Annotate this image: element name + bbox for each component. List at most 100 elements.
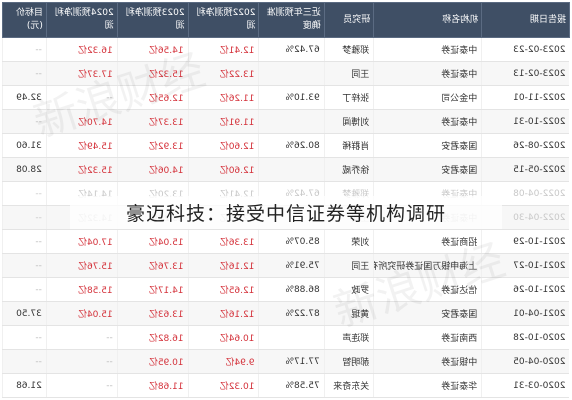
- cell-researcher: 刘博闻: [324, 109, 374, 134]
- cell-2024-profit: --: [46, 85, 118, 110]
- cell-date: 2023-02-23: [481, 37, 570, 62]
- cell-target-price: --: [2, 229, 47, 254]
- table-row: 2020-10-28 西南证券 郑连声 10.64亿 16.82亿 -- --: [2, 325, 570, 350]
- cell-rate: 93.10%: [259, 85, 325, 110]
- cell-target-price: 37.50: [2, 301, 47, 326]
- headline-banner: 豪迈科技：接受中信证券等机构调研: [70, 196, 502, 229]
- cell-2022-profit: 11.91亿: [188, 109, 259, 134]
- cell-2022-profit: 12.60亿: [188, 133, 259, 158]
- header-2024-profit: 2024预测净利润: [46, 2, 118, 38]
- cell-2022-profit: 12.41亿: [188, 37, 259, 62]
- cell-target-price: --: [2, 37, 47, 62]
- cell-researcher: 郝明智: [324, 349, 374, 374]
- cell-org: 中银证券: [373, 349, 482, 374]
- cell-2024-profit: 15.49亿: [46, 133, 118, 158]
- cell-org: 中金公司: [373, 85, 482, 110]
- cell-rate: 75.58%: [259, 373, 325, 398]
- table-row: 2021-10-26 信达证券 罗政 86.88% 12.65亿 14.17亿 15.58亿…: [2, 277, 570, 302]
- cell-target-price: 21.68: [2, 373, 47, 398]
- table-row: 2023-02-13 中泰证券 王同 13.22亿 15.32亿 17.37亿 --: [2, 61, 570, 86]
- cell-researcher: 郑连声: [324, 325, 374, 350]
- cell-org: 中泰证券: [373, 37, 482, 62]
- table-row: 2021-04-01 国泰君安 黄琨 87.22% 12.16亿 13.63亿 15.04亿…: [2, 301, 570, 326]
- cell-2023-profit: 15.04亿: [117, 229, 189, 254]
- cell-2024-profit: 15.76亿: [46, 253, 118, 278]
- cell-2023-profit: 16.82亿: [117, 325, 189, 350]
- cell-rate: 87.22%: [259, 301, 325, 326]
- cell-org: 招商证券: [373, 229, 482, 254]
- cell-2024-profit: 15.32亿: [46, 157, 118, 182]
- header-date: 报告日期: [481, 2, 570, 38]
- cell-2024-profit: 17.04亿: [46, 229, 118, 254]
- cell-2023-profit: 10.95亿: [117, 349, 189, 374]
- table-row: 2022-11-01 中金公司 张梓丁 93.10% 11.26亿 12.65亿 -- 32.…: [2, 85, 570, 110]
- cell-org: 国泰君安: [373, 301, 482, 326]
- cell-2024-profit: --: [46, 325, 118, 350]
- cell-researcher: 郑雅梦: [324, 37, 374, 62]
- table-header-row: 报告日期 机构名称 研究员 近三年预测准确度 2022预测净利润 2023预测净…: [2, 2, 570, 38]
- cell-2022-profit: 13.36亿: [188, 229, 259, 254]
- cell-org: 中泰证券: [373, 109, 482, 134]
- header-target-price: 目标价(元): [2, 2, 47, 38]
- cell-target-price: 32.49: [2, 85, 47, 110]
- cell-target-price: --: [2, 205, 47, 230]
- cell-date: 2021-10-26: [481, 277, 570, 302]
- cell-rate: [259, 61, 325, 86]
- cell-2023-profit: 15.32亿: [117, 61, 189, 86]
- cell-rate: 80.26%: [259, 133, 325, 158]
- table-row: 2021-10-27上海申银万国证券研究所有限公司王同75.91%12.16亿1…: [2, 253, 570, 278]
- cell-org: 西南证券: [373, 325, 482, 350]
- cell-org: 上海申银万国证券研究所有限公司: [373, 253, 482, 278]
- cell-researcher: 刘荣: [324, 229, 374, 254]
- cell-target-price: --: [2, 349, 47, 374]
- cell-rate: [259, 109, 325, 134]
- header-rate: 近三年预测准确度: [259, 2, 325, 38]
- cell-2023-profit: 14.17亿: [117, 277, 189, 302]
- cell-target-price: --: [2, 109, 47, 134]
- cell-2022-profit: 12.16亿: [188, 253, 259, 278]
- cell-org: 华泰证券: [373, 373, 482, 398]
- cell-date: 2020-03-31: [481, 373, 570, 398]
- cell-2023-profit: 11.68亿: [117, 373, 189, 398]
- cell-researcher: 王同: [324, 253, 374, 278]
- cell-org: 国泰君安: [373, 157, 482, 182]
- cell-target-price: --: [2, 325, 47, 350]
- cell-rate: 77.17%: [259, 349, 325, 374]
- header-2023-profit: 2023预测净利润: [117, 2, 189, 38]
- header-org: 机构名称: [373, 2, 482, 38]
- cell-2024-profit: 16.32亿: [46, 37, 118, 62]
- table-row: 2020-03-31 华泰证券 关东奇来 75.58% 10.32亿 11.68亿 -- 21…: [2, 373, 570, 398]
- cell-date: 2020-10-28: [481, 325, 570, 350]
- cell-2022-profit: 13.22亿: [188, 61, 259, 86]
- cell-target-price: --: [2, 61, 47, 86]
- header-researcher: 研究员: [324, 2, 374, 38]
- cell-2022-profit: 9.94亿: [188, 349, 259, 374]
- cell-date: 2022-10-31: [481, 109, 570, 134]
- cell-2022-profit: 11.26亿: [188, 85, 259, 110]
- cell-date: 2022-08-26: [481, 133, 570, 158]
- cell-researcher: 徐乔威: [324, 157, 374, 182]
- cell-2023-profit: 12.65亿: [117, 85, 189, 110]
- cell-rate: 67.42%: [259, 37, 325, 62]
- cell-2022-profit: 10.64亿: [188, 325, 259, 350]
- cell-2023-profit: 13.76亿: [117, 253, 189, 278]
- table-row: 2021-10-29 招商证券 刘荣 85.07% 13.36亿 15.04亿 17.04亿…: [2, 229, 570, 254]
- cell-date: 2022-05-15: [481, 157, 570, 182]
- cell-researcher: 张梓丁: [324, 85, 374, 110]
- cell-2024-profit: 15.04亿: [46, 301, 118, 326]
- cell-2023-profit: 14.06亿: [117, 157, 189, 182]
- cell-2023-profit: 13.37亿: [117, 109, 189, 134]
- cell-rate: 75.91%: [259, 253, 325, 278]
- cell-rate: [259, 157, 325, 182]
- cell-researcher: 关东奇来: [324, 373, 374, 398]
- cell-2024-profit: --: [46, 373, 118, 398]
- cell-rate: [259, 325, 325, 350]
- cell-target-price: --: [2, 181, 47, 206]
- cell-2024-profit: --: [46, 349, 118, 374]
- cell-researcher: 黄琨: [324, 301, 374, 326]
- header-2022-profit: 2022预测净利润: [188, 2, 259, 38]
- table-row: 2022-08-26 国泰君安 肖群稀 80.26% 12.60亿 13.92亿 15.49…: [2, 133, 570, 158]
- cell-org: 信达证券: [373, 277, 482, 302]
- cell-2022-profit: 12.65亿: [188, 277, 259, 302]
- table-row: 2020-04-05 中银证券 郝明智 77.17% 9.94亿 10.95亿 -- --: [2, 349, 570, 374]
